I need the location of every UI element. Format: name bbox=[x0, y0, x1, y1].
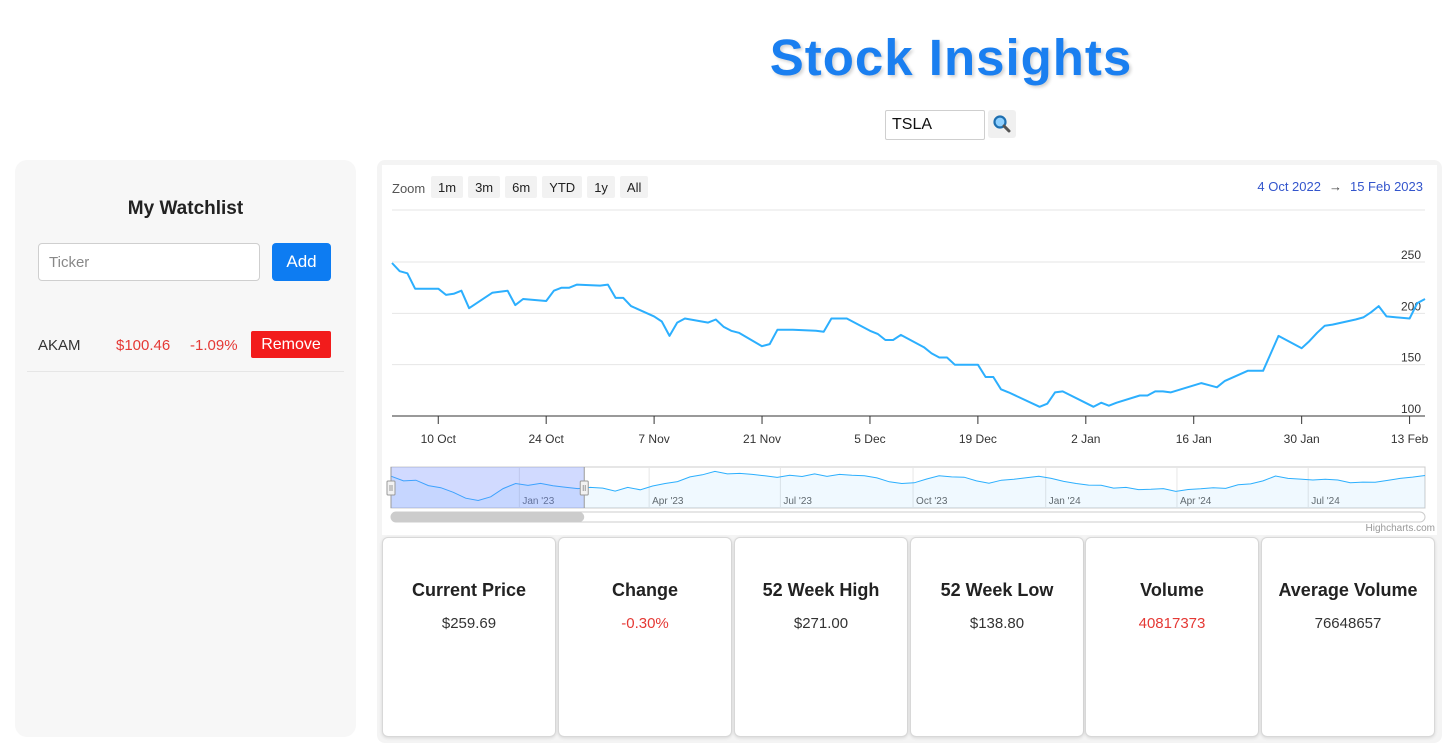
search-button[interactable] bbox=[988, 110, 1016, 138]
x-tick-label: 10 Oct bbox=[421, 432, 457, 446]
x-tick-label: 7 Nov bbox=[638, 432, 669, 446]
watchlist-title: My Watchlist bbox=[127, 198, 244, 219]
highcharts-credit[interactable]: Highcharts.com bbox=[1366, 523, 1435, 534]
stat-label: Change bbox=[611, 580, 678, 600]
x-tick-label: 21 Nov bbox=[743, 432, 781, 446]
stat-label: 52 Week High bbox=[762, 580, 880, 600]
x-tick-label: 16 Jan bbox=[1176, 432, 1212, 446]
stat-card-52-week-high: 52 Week High $271.00 bbox=[734, 537, 908, 737]
ticker-input[interactable] bbox=[38, 243, 260, 281]
stock-chart[interactable]: 100 150 200 250 10 Oct 24 Oct 7 Nov 21 Nov 5 Dec… bbox=[382, 165, 1437, 535]
range-arrow: → bbox=[1328, 179, 1342, 194]
watchlist-panel: My Watchlist Add AKAM $100.46 -1.09% Rem… bbox=[15, 160, 356, 737]
stat-value: $138.80 bbox=[969, 615, 1025, 632]
zoom-1m-button[interactable]: 1m bbox=[431, 176, 464, 198]
stat-card-52-week-low: 52 Week Low $138.80 bbox=[910, 537, 1084, 737]
stat-label: 52 Week Low bbox=[940, 580, 1054, 600]
range-to[interactable]: 15 Feb 2023 bbox=[1350, 179, 1423, 194]
watchlist-change: -1.09% bbox=[190, 337, 238, 354]
navigator-handle[interactable] bbox=[579, 480, 589, 496]
remove-button[interactable]: Remove bbox=[251, 331, 331, 358]
y-tick-label: 200 bbox=[1401, 299, 1421, 313]
y-tick-label: 250 bbox=[1401, 248, 1421, 262]
stat-value: 76648657 bbox=[1314, 615, 1382, 632]
stat-value: $259.69 bbox=[441, 615, 497, 632]
stat-card-change: Change -0.30% bbox=[558, 537, 732, 737]
stat-label: Volume bbox=[1140, 580, 1204, 600]
zoom-label: Zoom bbox=[392, 181, 426, 196]
zoom-6m-button[interactable]: 6m bbox=[505, 176, 538, 198]
x-tick-label: 13 Feb bbox=[1391, 432, 1429, 446]
watchlist-symbol[interactable]: AKAM bbox=[38, 337, 81, 354]
zoom-3m-button[interactable]: 3m bbox=[468, 176, 501, 198]
watchlist-row: AKAM $100.46 -1.09% Remove bbox=[27, 324, 344, 372]
stock-search-input[interactable] bbox=[885, 110, 985, 140]
zoom-buttons: 1m 3m 6m YTD 1y All bbox=[431, 176, 649, 198]
chart-svg: 100 150 200 250 10 Oct 24 Oct 7 Nov 21 Nov 5 Dec… bbox=[386, 209, 1429, 523]
stat-value: 40817373 bbox=[1138, 615, 1206, 632]
app-title: Stock Insights bbox=[769, 29, 1133, 86]
range-from[interactable]: 4 Oct 2022 bbox=[1257, 179, 1321, 194]
magnifier-icon bbox=[993, 115, 1011, 133]
add-ticker-button[interactable]: Add bbox=[272, 243, 331, 281]
stats-row: Current Price $259.69 Change -0.30% 52 W… bbox=[382, 537, 1437, 737]
stat-card-current-price: Current Price $259.69 bbox=[382, 537, 556, 737]
zoom-all-button[interactable]: All bbox=[619, 176, 649, 198]
x-tick-label: 24 Oct bbox=[528, 432, 564, 446]
stat-value: -0.30% bbox=[621, 615, 669, 632]
price-line-series bbox=[391, 262, 1426, 408]
zoom-1y-button[interactable]: 1y bbox=[587, 176, 615, 198]
watchlist-price: $100.46 bbox=[116, 337, 171, 354]
stat-label: Average Volume bbox=[1278, 580, 1418, 600]
stat-label: Current Price bbox=[411, 580, 527, 600]
navigator-handle[interactable] bbox=[386, 480, 396, 496]
x-tick-label: 2 Jan bbox=[1071, 432, 1100, 446]
x-tick-label: 19 Dec bbox=[959, 432, 997, 446]
y-tick-label: 150 bbox=[1401, 351, 1421, 365]
y-tick-label: 100 bbox=[1401, 402, 1421, 416]
stat-card-average-volume: Average Volume 76648657 bbox=[1261, 537, 1435, 737]
stat-card-volume: Volume 40817373 bbox=[1085, 537, 1259, 737]
stat-value: $271.00 bbox=[793, 615, 849, 632]
date-range: 4 Oct 2022 → 15 Feb 2023 bbox=[1257, 179, 1423, 194]
zoom-ytd-button[interactable]: YTD bbox=[542, 176, 583, 198]
x-tick-label: 5 Dec bbox=[854, 432, 885, 446]
navigator-selection bbox=[391, 467, 585, 508]
scrollbar-thumb[interactable] bbox=[391, 512, 585, 522]
x-tick-label: 30 Jan bbox=[1284, 432, 1320, 446]
